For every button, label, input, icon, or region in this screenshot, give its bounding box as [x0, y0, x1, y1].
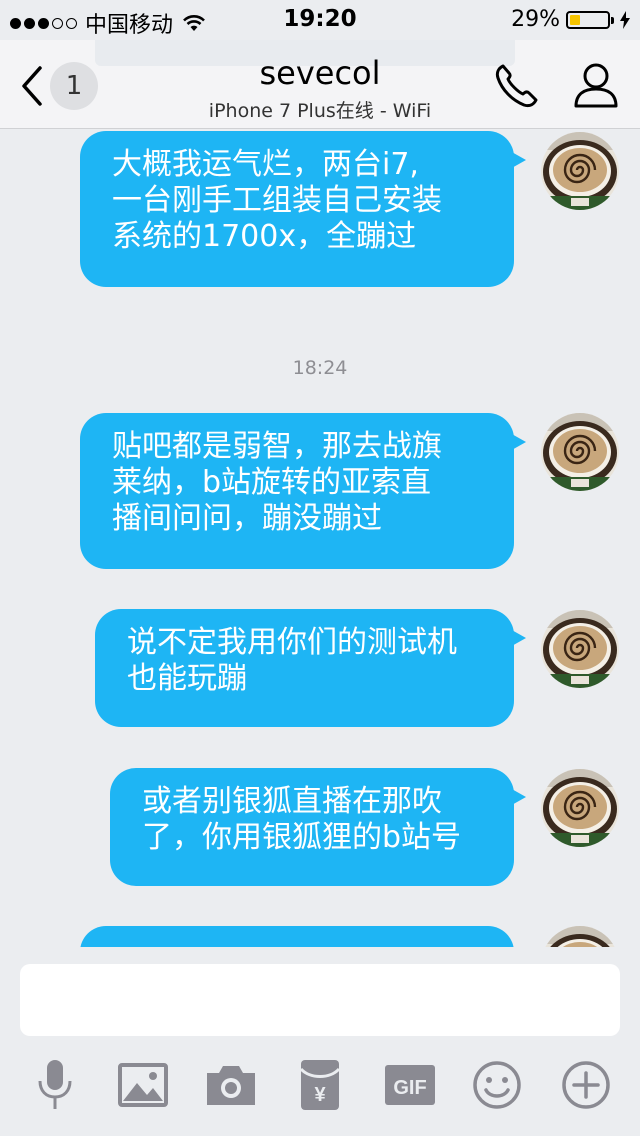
message-line: 播间问问，蹦没蹦过	[112, 501, 382, 536]
microphone-icon[interactable]	[27, 1057, 83, 1113]
battery-percent: 29%	[511, 7, 560, 32]
message-line: 也能玩蹦	[127, 661, 247, 696]
input-toolbar: ¥ GIF	[0, 1057, 640, 1117]
gif-icon[interactable]: GIF	[382, 1057, 438, 1113]
message-line: 贴吧都是弱智，那去战旗	[112, 429, 442, 464]
red-packet-icon[interactable]: ¥	[292, 1057, 348, 1113]
coffee-avatar[interactable]	[541, 610, 619, 688]
message-bubble[interactable]: 说不定我用你们的测试机 也能玩蹦	[95, 609, 526, 727]
gif-label: GIF	[393, 1077, 426, 1099]
yen-label: ¥	[314, 1084, 326, 1106]
message-line: 了，你用银狐狸的b站号	[142, 820, 462, 855]
message-line: 说不定我用你们的测试机	[127, 625, 457, 660]
user-icon[interactable]	[570, 60, 622, 110]
input-bar: ¥ GIF	[0, 947, 640, 1136]
phone-icon[interactable]	[490, 60, 546, 112]
status-bar: 中国移动 19:20 29%	[0, 0, 640, 40]
message-bubble[interactable]: 贴吧都是弱智，那去战旗 莱纳，b站旋转的亚索直 播间问问，蹦没蹦过	[80, 413, 526, 569]
coffee-avatar[interactable]	[541, 926, 619, 947]
coffee-avatar[interactable]	[541, 769, 619, 847]
message-bubble[interactable]: 大概我运气烂，两台i7, 一台刚手工组装自己安装 系统的1700x，全蹦过	[80, 131, 526, 287]
camera-icon[interactable]	[203, 1057, 259, 1113]
status-right: 29%	[511, 7, 630, 32]
coffee-avatar[interactable]	[541, 413, 619, 491]
message-bubble[interactable]	[80, 926, 526, 947]
message-input[interactable]	[20, 964, 620, 1036]
message-line: 系统的1700x，全蹦过	[112, 219, 417, 254]
message-list[interactable]: 大概我运气烂，两台i7, 一台刚手工组装自己安装 系统的1700x，全蹦过 18…	[0, 129, 640, 947]
charging-icon	[620, 10, 630, 29]
message-line: 一台刚手工组装自己安装	[112, 183, 442, 218]
emoji-icon[interactable]	[469, 1057, 525, 1113]
message-line: 或者别银狐直播在那吹	[142, 784, 442, 819]
battery-icon	[566, 10, 614, 29]
message-bubble[interactable]: 或者别银狐直播在那吹 了，你用银狐狸的b站号	[110, 768, 526, 886]
message-line: 大概我运气烂，两台i7,	[112, 147, 419, 182]
coffee-avatar[interactable]	[541, 132, 619, 210]
chat-timestamp: 18:24	[292, 357, 348, 379]
plus-icon[interactable]	[558, 1057, 614, 1113]
image-icon[interactable]	[115, 1057, 171, 1113]
message-line: 莱纳，b站旋转的亚索直	[112, 465, 432, 500]
